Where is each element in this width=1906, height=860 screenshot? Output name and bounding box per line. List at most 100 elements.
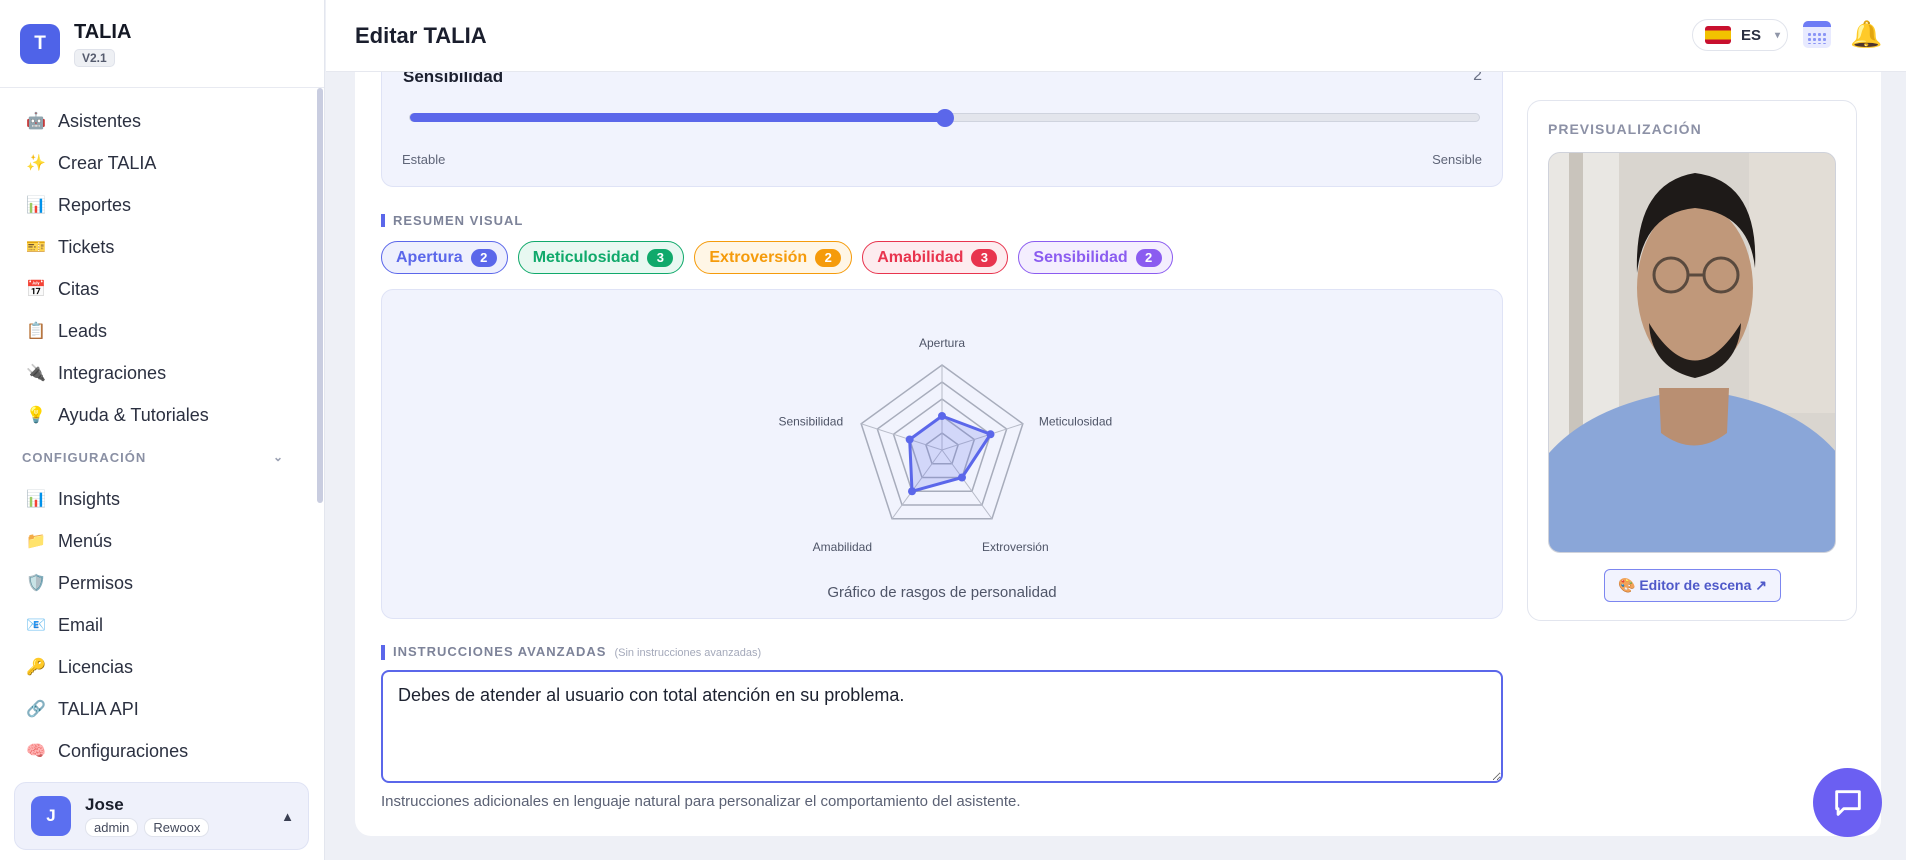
spain-flag-icon	[1705, 26, 1731, 44]
trait-chip-count: 3	[971, 248, 998, 267]
scene-editor-button[interactable]: 🎨 Editor de escena ↗	[1604, 569, 1781, 602]
trait-chip[interactable]: Apertura 2	[381, 241, 508, 274]
email-icon: 📧	[26, 617, 46, 634]
sidebar-item-label: Crear TALIA	[58, 152, 157, 173]
sensitivity-panel: Sensibilidad 2 Estable Sensible	[381, 52, 1503, 187]
sidebar-item-label: Licencias	[58, 656, 134, 677]
radar-series-area	[908, 414, 993, 493]
clipboard-icon: 📋	[26, 323, 46, 340]
trait-chip-label: Meticulosidad	[532, 248, 640, 266]
slider-max-label: Sensible	[1432, 152, 1482, 167]
radar-data-point[interactable]	[908, 487, 917, 496]
sidebar-item-menus[interactable]: 📁 Menús	[0, 520, 318, 562]
advanced-instructions-input[interactable]: Debes de atender al usuario con total at…	[381, 670, 1503, 783]
avatar-preview	[1548, 152, 1836, 553]
shield-icon: 🛡️	[26, 575, 46, 592]
trait-chips: Apertura 2 Meticulosidad 3 Extroversión 2 Amab…	[381, 241, 1173, 274]
slider-fill	[410, 113, 945, 122]
chart-caption: Gráfico de rasgos de personalidad	[827, 584, 1057, 601]
radar-axis-label: Meticulosidad	[1039, 415, 1112, 429]
preview-panel: PREVISUALIZACIÓN 🎨 Editor de escena ↗	[1527, 100, 1857, 621]
trait-chip-count: 2	[1135, 248, 1162, 267]
language-code: ES	[1741, 26, 1762, 44]
version-badge: V2.1	[74, 48, 115, 67]
robot-icon: 🤖	[26, 113, 46, 130]
sidebar-item-reportes[interactable]: 📊 Reportes	[0, 184, 318, 226]
page-title: Editar TALIA	[355, 22, 487, 48]
brand: T TALIA V2.1	[0, 0, 324, 88]
sidebar-item-crear-talia[interactable]: ✨ Crear TALIA	[0, 142, 318, 184]
user-menu[interactable]: J Jose admin Rewoox ▲	[14, 782, 309, 850]
chevron-down-icon: ⌄	[272, 450, 284, 464]
radar-data-point[interactable]	[986, 430, 995, 439]
radar-axis-label: Amabilidad	[813, 540, 872, 554]
sidebar-item-label: Integraciones	[58, 362, 167, 383]
ticket-icon: 🎫	[26, 239, 46, 256]
slider-thumb[interactable]	[935, 109, 954, 127]
radar-data-point[interactable]	[905, 435, 914, 444]
sidebar-item-label: Permisos	[58, 572, 134, 593]
bar-chart-icon: 📊	[26, 197, 46, 214]
sidebar-item-email[interactable]: 📧 Email	[0, 604, 318, 646]
trait-chip-label: Apertura	[396, 248, 463, 266]
sidebar-item-insights[interactable]: 📊 Insights	[0, 478, 318, 520]
sidebar-item-label: Configuraciones	[58, 740, 189, 761]
sidebar-item-asistentes[interactable]: 🤖 Asistentes	[0, 100, 318, 142]
brand-logo[interactable]: T	[20, 23, 60, 64]
sidebar-item-label: Asistentes	[58, 110, 142, 131]
section-title-text: INSTRUCCIONES AVANZADAS	[393, 644, 607, 659]
sidebar-item-label: TALIA API	[58, 698, 139, 719]
sidebar-nav: 🤖 Asistentes ✨ Crear TALIA 📊 Reportes 🎫 Tick…	[0, 100, 318, 772]
trait-chip[interactable]: Extroversión 2	[694, 241, 853, 274]
sidebar-item-label: Citas	[58, 278, 100, 299]
chevron-down-icon: ▾	[1775, 29, 1781, 41]
radar-data-point[interactable]	[938, 412, 946, 420]
sidebar-item-citas[interactable]: 📅 Citas	[0, 268, 318, 310]
advanced-help-text: Instrucciones adicionales en lenguaje na…	[381, 793, 1021, 810]
radar-data-point[interactable]	[957, 473, 966, 482]
preview-title: PREVISUALIZACIÓN	[1548, 121, 1702, 137]
calendar-icon[interactable]	[1803, 21, 1831, 48]
user-role-badge: admin	[85, 818, 139, 837]
sidebar-item-label: Tickets	[58, 236, 115, 257]
visual-summary-title: RESUMEN VISUAL	[381, 214, 523, 227]
scrollbar-thumb[interactable]	[317, 88, 323, 503]
radar-axis-label: Sensibilidad	[778, 415, 843, 429]
sidebar-item-integraciones[interactable]: 🔌 Integraciones	[0, 352, 318, 394]
avatar-illustration	[1549, 153, 1835, 552]
sidebar-scrollbar[interactable]	[316, 88, 324, 765]
link-icon: 🔗	[26, 701, 46, 718]
trait-chip[interactable]: Sensibilidad 2	[1018, 241, 1173, 274]
top-header: Editar TALIA ES ▾ 🔔	[326, 0, 1906, 72]
advanced-instructions-title: INSTRUCCIONES AVANZADAS (Sin instruccione…	[381, 645, 761, 660]
trait-chip-label: Amabilidad	[877, 248, 964, 266]
section-title-text: RESUMEN VISUAL	[393, 213, 524, 228]
user-org-badge: Rewoox	[144, 818, 210, 837]
radar-chart: Apertura Meticulosidad Extroversión Amabili…	[778, 336, 1112, 554]
trait-chip-count: 2	[470, 248, 497, 267]
trait-chip-count: 3	[647, 248, 674, 267]
section-configuracion[interactable]: CONFIGURACIÓN ⌄	[0, 436, 318, 478]
lightbulb-icon: 💡	[26, 407, 46, 424]
bell-icon[interactable]: 🔔	[1850, 19, 1882, 50]
radar-axis-label: Extroversión	[982, 540, 1049, 554]
language-selector[interactable]: ES ▾	[1692, 19, 1788, 51]
sidebar-item-permisos[interactable]: 🛡️ Permisos	[0, 562, 318, 604]
sidebar-item-label: Reportes	[58, 194, 132, 215]
advanced-hint: (Sin instrucciones avanzadas)	[614, 647, 762, 659]
chat-icon	[1834, 789, 1861, 816]
sidebar-item-talia-api[interactable]: 🔗 TALIA API	[0, 688, 318, 730]
sensitivity-slider[interactable]	[409, 109, 1480, 127]
sidebar-item-configuraciones[interactable]: 🧠 Configuraciones	[0, 730, 318, 772]
sidebar-item-label: Insights	[58, 488, 121, 509]
folder-icon: 📁	[26, 533, 46, 550]
trait-chip[interactable]: Meticulosidad 3	[517, 241, 685, 274]
sidebar-item-tickets[interactable]: 🎫 Tickets	[0, 226, 318, 268]
chat-button[interactable]	[1813, 768, 1882, 837]
section-label: CONFIGURACIÓN	[22, 449, 147, 465]
sidebar-item-licencias[interactable]: 🔑 Licencias	[0, 646, 318, 688]
trait-chip[interactable]: Amabilidad 3	[862, 241, 1009, 274]
sidebar-item-leads[interactable]: 📋 Leads	[0, 310, 318, 352]
user-name: Jose	[85, 795, 124, 814]
sidebar-item-ayuda[interactable]: 💡 Ayuda & Tutoriales	[0, 394, 318, 436]
